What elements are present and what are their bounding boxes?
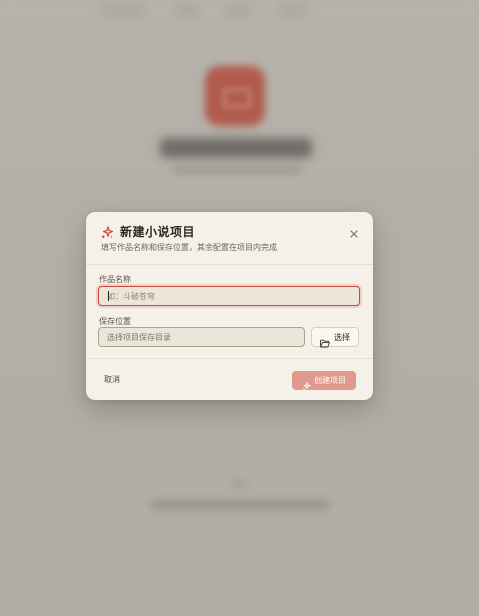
- name-field-label: 作品名称: [99, 275, 131, 284]
- path-field-label: 保存位置: [99, 317, 131, 326]
- text-caret: [108, 291, 109, 301]
- sparkle-icon: [100, 225, 114, 239]
- create-project-button[interactable]: 创建项目: [292, 371, 356, 391]
- save-location-input[interactable]: [98, 327, 305, 347]
- choose-folder-button[interactable]: 选择: [311, 327, 359, 347]
- folder-open-icon: [320, 333, 330, 347]
- project-name-input[interactable]: [98, 286, 360, 306]
- cancel-button[interactable]: 取消: [104, 374, 120, 385]
- dialog-footer: 取消 创建项目: [86, 358, 373, 400]
- sparkle-icon: [302, 376, 311, 391]
- create-project-label: 创建项目: [314, 376, 346, 385]
- close-icon: [348, 225, 360, 244]
- choose-folder-label: 选择: [334, 332, 350, 342]
- dialog-subtitle: 填写作品名称和保存位置，其余配置在项目内完成: [101, 243, 277, 252]
- close-button[interactable]: [348, 225, 360, 238]
- dialog-header: 新建小说项目 填写作品名称和保存位置，其余配置在项目内完成: [86, 212, 373, 265]
- dialog-title-row: 新建小说项目: [100, 223, 195, 240]
- new-novel-project-dialog: 新建小说项目 填写作品名称和保存位置，其余配置在项目内完成 作品名称 保存位置 …: [86, 212, 373, 400]
- dialog-title: 新建小说项目: [120, 225, 196, 239]
